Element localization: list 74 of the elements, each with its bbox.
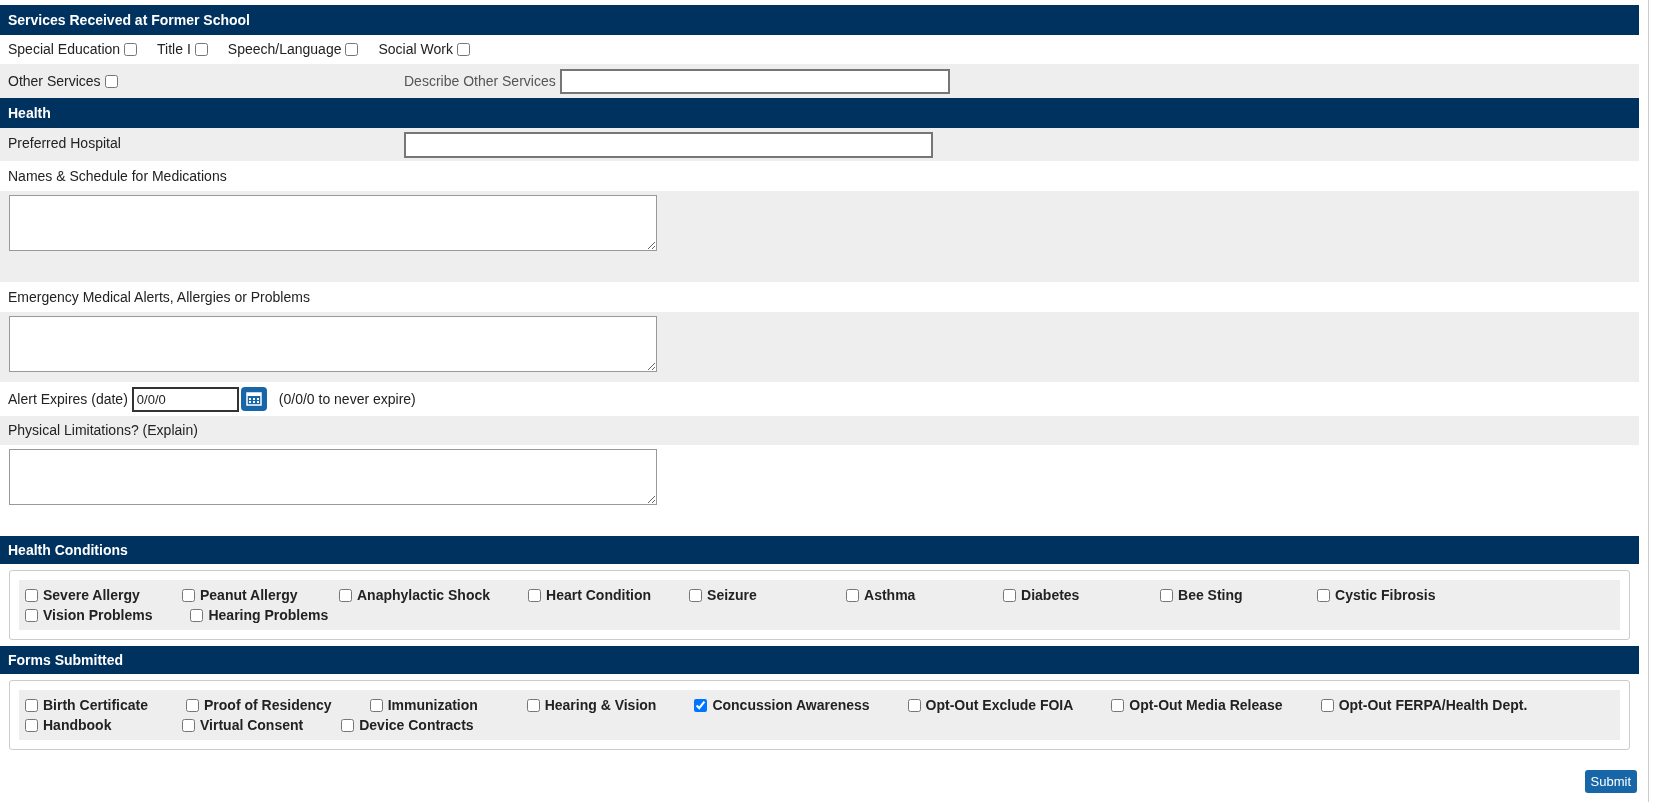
calendar-icon: [245, 392, 262, 406]
input-field[interactable]: [559, 68, 950, 94]
checkbox[interactable]: [194, 43, 208, 56]
checkbox[interactable]: [341, 718, 355, 732]
checkbox-label: Speech/Language: [227, 40, 342, 59]
checkbox-label: Other Services: [8, 71, 101, 91]
checkbox[interactable]: [1160, 588, 1174, 602]
checkbox-label: Cystic Fibrosis: [1335, 585, 1436, 605]
checkbox-label: Special Education: [8, 40, 121, 59]
checkbox-label: Vision Problems: [43, 605, 153, 625]
checkbox[interactable]: [25, 718, 38, 732]
checkbox[interactable]: [190, 608, 204, 622]
checkbox[interactable]: [689, 588, 703, 602]
field-label: Preferred Hospital: [8, 134, 122, 153]
checkbox[interactable]: [694, 698, 708, 712]
checkbox-label: Opt-Out Media Release: [1129, 695, 1283, 715]
checkbox-label: Anaphylactic Shock: [357, 585, 491, 605]
field-label: Emergency Medical Alerts, Allergies or Problems: [8, 287, 310, 307]
checkbox[interactable]: [369, 698, 383, 712]
checkbox-label: Severe Allergy: [43, 585, 140, 605]
checkbox[interactable]: [1003, 588, 1017, 602]
checkbox-label: Virtual Consent: [200, 715, 304, 735]
checkbox[interactable]: [25, 608, 38, 622]
checkbox-label: Opt-Out FERPA/Health Dept.: [1338, 695, 1528, 715]
checkbox[interactable]: [1320, 698, 1334, 712]
checkbox-label: Diabetes: [1021, 585, 1080, 605]
checkbox-label: Opt-Out Exclude FOIA: [925, 695, 1074, 715]
checkbox[interactable]: [345, 43, 359, 56]
checkbox[interactable]: [456, 43, 470, 56]
checkbox-label: Proof of Residency: [204, 695, 332, 715]
field-label: Describe Other Services: [404, 71, 556, 91]
checkbox-label: Handbook: [43, 715, 112, 735]
checkbox-label: Concussion Awareness: [712, 695, 870, 715]
date-field[interactable]: 0/0/0: [131, 386, 239, 412]
checkbox-label: Birth Certificate: [43, 695, 149, 715]
hint-text: (0/0/0 to never expire): [278, 389, 416, 409]
checkbox[interactable]: [846, 588, 860, 602]
text-area[interactable]: [9, 195, 657, 251]
checkbox[interactable]: [182, 588, 195, 602]
checkbox[interactable]: [1317, 588, 1331, 602]
checkbox[interactable]: [528, 588, 542, 602]
calendar-button[interactable]: [240, 387, 267, 411]
checkbox-label: Social Work: [378, 40, 453, 59]
checkbox-label: Seizure: [707, 585, 757, 605]
checkbox[interactable]: [1111, 698, 1125, 712]
field-label: Physical Limitations? (Explain): [8, 421, 198, 440]
input-field[interactable]: [404, 132, 933, 158]
field-label: Alert Expires (date): [8, 389, 128, 409]
section-header: Health: [0, 98, 1639, 128]
checkbox[interactable]: [124, 43, 138, 56]
checkbox-label: Immunization: [387, 695, 478, 715]
checkbox[interactable]: [25, 698, 38, 712]
checkbox[interactable]: [25, 588, 38, 602]
checkbox-label: Title I: [157, 40, 191, 59]
text-area[interactable]: [9, 449, 657, 505]
checkbox-label: Heart Condition: [546, 585, 652, 605]
checkbox[interactable]: [182, 718, 195, 732]
text-area[interactable]: [9, 316, 657, 372]
checkbox[interactable]: [526, 698, 540, 712]
checkbox-label: Hearing & Vision: [544, 695, 657, 715]
checkbox[interactable]: [907, 698, 921, 712]
section-header: Services Received at Former School: [0, 5, 1639, 35]
checkbox-label: Hearing Problems: [208, 605, 329, 625]
checkbox[interactable]: [104, 74, 118, 88]
checkbox[interactable]: [186, 698, 200, 712]
checkbox-label: Bee Sting: [1178, 585, 1243, 605]
checkbox-label: Peanut Allergy: [200, 585, 298, 605]
checkbox-label: Asthma: [864, 585, 916, 605]
section-header: Health Conditions: [0, 536, 1639, 564]
field-label: Names & Schedule for Medications: [8, 166, 227, 186]
checkbox[interactable]: [339, 588, 352, 602]
submit-button[interactable]: Submit: [1584, 770, 1637, 793]
checkbox-label: Device Contracts: [359, 715, 474, 735]
section-header: Forms Submitted: [0, 646, 1639, 674]
